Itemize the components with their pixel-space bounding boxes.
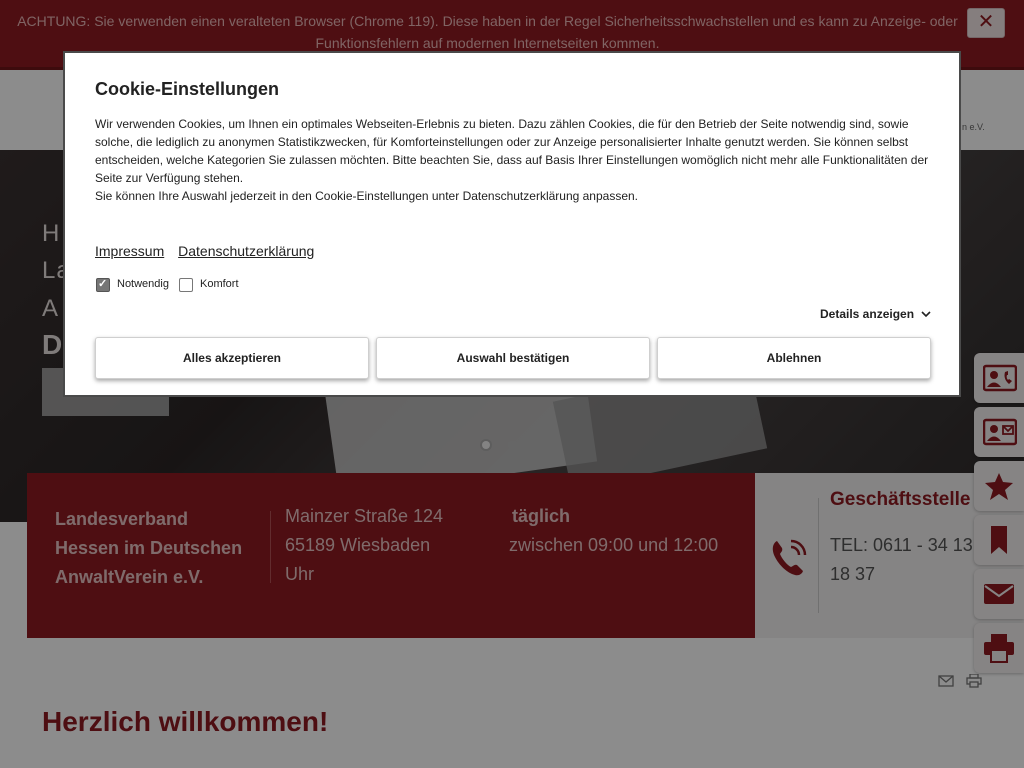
chevron-down-icon <box>921 311 931 318</box>
reject-button[interactable]: Ablehnen <box>657 337 931 379</box>
details-label: Details anzeigen <box>820 307 915 321</box>
necessary-checkbox[interactable] <box>96 277 110 292</box>
accept-all-button[interactable]: Alles akzeptieren <box>95 337 369 379</box>
comfort-label: Komfort <box>200 278 239 290</box>
cookie-links: Impressum Datenschutzerklärung <box>95 243 324 259</box>
details-toggle[interactable]: Details anzeigen <box>820 307 931 321</box>
privacy-link[interactable]: Datenschutzerklärung <box>178 243 314 259</box>
cookie-dialog: Cookie-Einstellungen Wir verwenden Cooki… <box>63 51 961 397</box>
confirm-selection-button[interactable]: Auswahl bestätigen <box>376 337 650 379</box>
cookie-description-note: Sie können Ihre Auswahl jederzeit in den… <box>95 189 639 203</box>
necessary-label: Notwendig <box>117 278 169 290</box>
cookie-title: Cookie-Einstellungen <box>95 79 280 99</box>
impressum-link[interactable]: Impressum <box>95 243 164 259</box>
cookie-description-main: Wir verwenden Cookies, um Ihnen ein opti… <box>95 117 929 185</box>
cookie-description: Wir verwenden Cookies, um Ihnen ein opti… <box>95 115 935 205</box>
comfort-checkbox[interactable] <box>179 278 193 292</box>
